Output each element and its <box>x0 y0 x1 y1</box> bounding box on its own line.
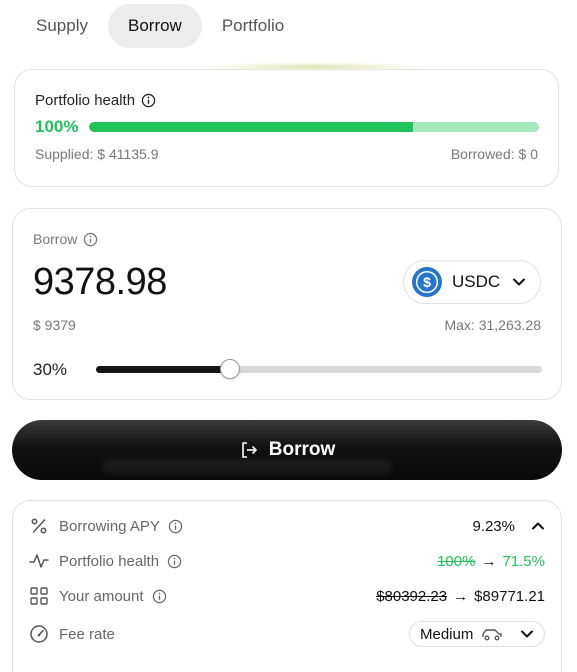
your-amount-new: $89771.21 <box>474 587 545 605</box>
chevron-down-icon <box>521 630 533 638</box>
your-amount-old: $80392.23 <box>376 587 448 605</box>
borrow-button[interactable]: Borrow <box>12 420 562 480</box>
tab-borrow[interactable]: Borrow <box>107 4 202 48</box>
token-label: USDC <box>452 272 501 291</box>
tab-portfolio[interactable]: Portfolio <box>202 4 304 48</box>
borrowed-value: Borrowed: $ 0 <box>450 146 538 162</box>
borrow-amount-input[interactable]: 9378.98 <box>33 261 167 304</box>
slider-percent-label: 30% <box>33 360 68 379</box>
portfolio-health-title: Portfolio health <box>35 92 136 109</box>
gauge-icon <box>30 625 48 643</box>
chevron-up-icon[interactable] <box>531 519 545 533</box>
borrow-details-card: Borrowing APY 9.23% Portfolio health 100… <box>12 500 562 672</box>
portfolio-health-new: 71.5% <box>502 552 545 570</box>
borrow-slider-fill <box>96 366 230 373</box>
portfolio-health-card: Portfolio health 100% Supplied: $ 41135.… <box>14 69 559 187</box>
portfolio-health-bar <box>89 122 539 132</box>
percent-icon <box>31 518 47 534</box>
borrow-button-label: Borrow <box>268 439 336 460</box>
your-amount-row: Your amount $80392.23 → $89771.21 <box>29 584 545 608</box>
borrow-slider-handle[interactable] <box>219 359 240 379</box>
button-shine <box>102 460 392 474</box>
svg-text:$: $ <box>423 274 431 290</box>
borrowing-apy-value: 9.23% <box>472 517 515 535</box>
tab-supply[interactable]: Supply <box>16 4 108 48</box>
your-amount-change: $80392.23 → $89771.21 <box>376 588 545 605</box>
borrow-input-card: Borrow 9378.98 $ USDC $ 9379 Max: 31,263… <box>12 208 562 400</box>
info-icon[interactable] <box>168 519 183 534</box>
fee-rate-value: Medium <box>420 625 474 643</box>
info-icon[interactable] <box>167 554 182 569</box>
tab-bar: Supply Borrow Portfolio <box>16 4 304 48</box>
borrow-slider[interactable] <box>96 359 542 379</box>
car-icon <box>482 629 503 641</box>
borrowing-apy-value-wrap: 9.23% <box>472 518 545 535</box>
fee-rate-row: Fee rate Medium <box>29 621 545 647</box>
borrowing-apy-row[interactable]: Borrowing APY 9.23% <box>29 514 545 538</box>
portfolio-health-old: 100% <box>437 552 476 570</box>
info-icon[interactable] <box>141 93 156 108</box>
info-icon[interactable] <box>83 232 98 247</box>
token-select-button[interactable]: $ USDC <box>403 260 541 304</box>
borrow-heading: Borrow <box>33 231 98 247</box>
fee-rate-label: Fee rate <box>59 625 115 643</box>
info-icon[interactable] <box>152 589 167 604</box>
arrow: → <box>453 587 469 605</box>
pulse-icon <box>29 554 49 568</box>
usdc-icon: $ <box>412 267 442 297</box>
portfolio-health-heading: Portfolio health <box>35 92 156 109</box>
exit-arrow-icon <box>241 442 257 458</box>
chevron-down-icon <box>513 278 526 286</box>
portfolio-health-bar-fill <box>89 122 413 132</box>
portfolio-health-change: 100% → 71.5% <box>437 553 545 570</box>
fee-rate-select[interactable]: Medium <box>409 621 545 647</box>
borrow-usd-value: $ 9379 <box>33 317 76 333</box>
portfolio-health-percent: 100% <box>35 117 79 136</box>
portfolio-health-row: Portfolio health 100% → 71.5% <box>29 549 545 573</box>
max-borrow-button[interactable]: Max: 31,263.28 <box>444 317 541 333</box>
borrowing-apy-label: Borrowing APY <box>59 517 160 535</box>
arrow: → <box>481 552 497 570</box>
your-amount-label: Your amount <box>59 587 144 605</box>
grid-icon <box>30 587 48 605</box>
portfolio-health-detail-label: Portfolio health <box>59 552 160 570</box>
borrow-title: Borrow <box>33 231 78 247</box>
supplied-value: Supplied: $ 41135.9 <box>35 146 159 162</box>
